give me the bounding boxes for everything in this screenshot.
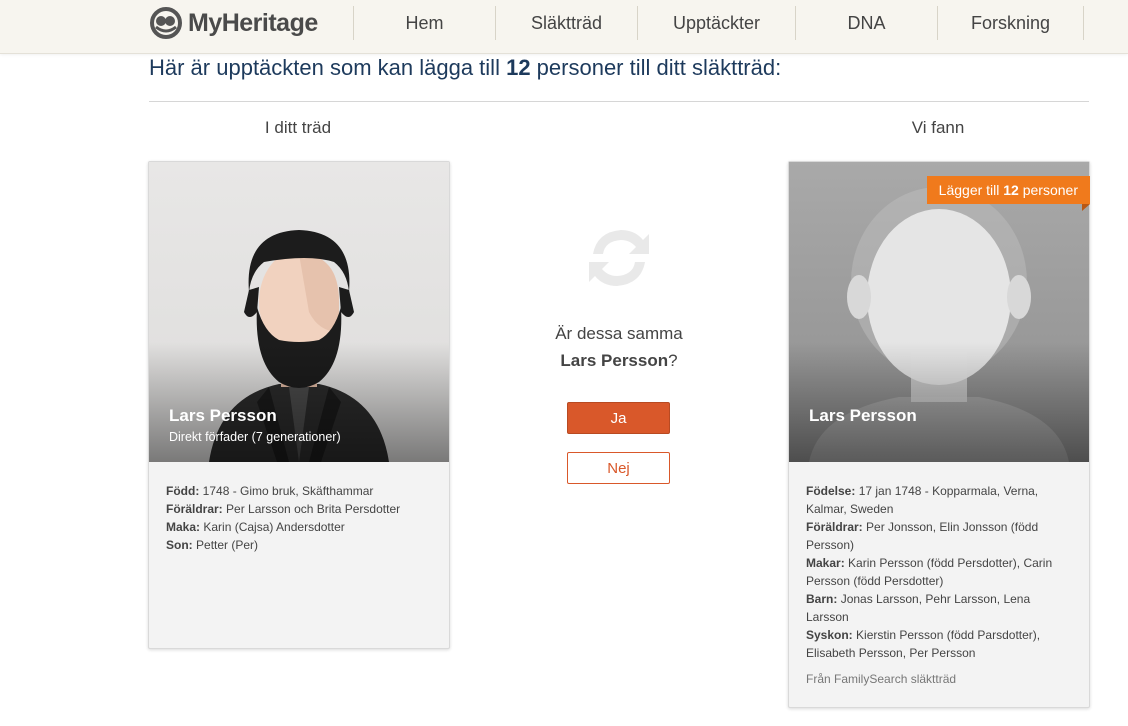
match-person-card[interactable]: Lars Persson Lägger till 12 personer Föd…	[788, 161, 1090, 708]
match-person-details: Födelse: 17 jan 1748 - Kopparmala, Verna…	[789, 462, 1089, 662]
tree-person-card[interactable]: Lars Persson Direkt förfader (7 generati…	[148, 161, 450, 649]
nav-item-forskning[interactable]: Forskning	[937, 6, 1084, 40]
source-label: Från FamilySearch släktträd	[806, 672, 957, 686]
tree-person-relation: Direkt förfader (7 generationer)	[169, 430, 341, 444]
match-question: Är dessa samma Lars Persson?	[519, 320, 719, 374]
detail-value: Jonas Larsson, Pehr Larsson, Lena Larsso…	[806, 592, 1031, 624]
detail-value: Per Larsson och Brita Persdotter	[226, 502, 401, 516]
detail-label: Maka:	[166, 520, 201, 534]
detail-row: Maka: Karin (Cajsa) Andersdotter	[166, 518, 433, 536]
nav-item-upptackter[interactable]: Upptäckter	[637, 6, 795, 40]
question-line: Är dessa samma	[555, 324, 683, 343]
badge-fold	[1082, 204, 1090, 211]
divider	[149, 101, 1089, 102]
tree-person-details: Född: 1748 - Gimo bruk, Skäfthammar Förä…	[149, 462, 449, 554]
question-mark: ?	[668, 351, 678, 370]
detail-row: Barn: Jonas Larsson, Pehr Larsson, Lena …	[806, 590, 1073, 626]
question-name: Lars Persson	[560, 351, 669, 370]
photo-shade	[789, 342, 1089, 462]
nav-item-hem[interactable]: Hem	[353, 6, 495, 40]
main-nav: Hem Släktträd Upptäckter DNA Forskning	[353, 6, 1084, 40]
detail-label: Födelse:	[806, 484, 856, 498]
detail-value: 1748 - Gimo bruk, Skäfthammar	[202, 484, 374, 498]
match-person-name: Lars Persson	[809, 406, 917, 425]
headline-prefix: Här är upptäckten som kan lägga till	[149, 55, 507, 80]
detail-label: Syskon:	[806, 628, 853, 642]
page-headline: Här är upptäckten som kan lägga till 12 …	[149, 55, 781, 81]
detail-label: Född:	[166, 484, 200, 498]
person-illustration: Lars Persson Direkt förfader (7 generati…	[149, 162, 449, 462]
myheritage-logo-icon	[150, 7, 182, 39]
detail-value: Petter (Per)	[196, 538, 259, 552]
detail-label: Föräldrar:	[166, 502, 223, 516]
nav-item-slakttrad[interactable]: Släktträd	[495, 6, 637, 40]
tree-person-name: Lars Persson	[169, 406, 277, 425]
question-name-line: Lars Persson?	[519, 347, 719, 374]
sync-arrows-icon	[589, 230, 649, 286]
detail-row: Föräldrar: Per Jonsson, Elin Jonsson (fö…	[806, 518, 1073, 554]
right-column-title: Vi fann	[911, 118, 965, 137]
no-button[interactable]: Nej	[567, 452, 670, 484]
nav-item-dna[interactable]: DNA	[795, 6, 937, 40]
photo-shade	[149, 342, 449, 462]
yes-button[interactable]: Ja	[567, 402, 670, 434]
headline-count: 12	[506, 55, 531, 80]
detail-row: Son: Petter (Per)	[166, 536, 433, 554]
myheritage-logo[interactable]: MyHeritage	[148, 6, 318, 40]
adds-people-badge: Lägger till 12 personer	[926, 176, 1090, 204]
detail-row: Makar: Karin Persson (född Persdotter), …	[806, 554, 1073, 590]
detail-row: Syskon: Kierstin Persson (född Parsdotte…	[806, 626, 1073, 662]
left-column-title: I ditt träd	[264, 118, 332, 137]
detail-label: Son:	[166, 538, 193, 552]
detail-row: Föräldrar: Per Larsson och Brita Persdot…	[166, 500, 433, 518]
detail-label: Barn:	[806, 592, 838, 606]
logo-text: MyHeritage	[188, 8, 318, 37]
person-silhouette: Lars Persson	[789, 162, 1089, 462]
badge-prefix: Lägger till	[938, 182, 1004, 198]
detail-label: Makar:	[806, 556, 845, 570]
detail-value: Karin (Cajsa) Andersdotter	[203, 520, 345, 534]
headline-suffix: personer till ditt släktträd:	[530, 55, 782, 80]
detail-label: Föräldrar:	[806, 520, 863, 534]
badge-suffix: personer	[1018, 182, 1078, 198]
badge-count: 12	[1003, 182, 1019, 198]
detail-row: Födelse: 17 jan 1748 - Kopparmala, Verna…	[806, 482, 1073, 518]
top-navigation-bar: MyHeritage Hem Släktträd Upptäckter DNA …	[0, 0, 1128, 54]
detail-row: Född: 1748 - Gimo bruk, Skäfthammar	[166, 482, 433, 500]
